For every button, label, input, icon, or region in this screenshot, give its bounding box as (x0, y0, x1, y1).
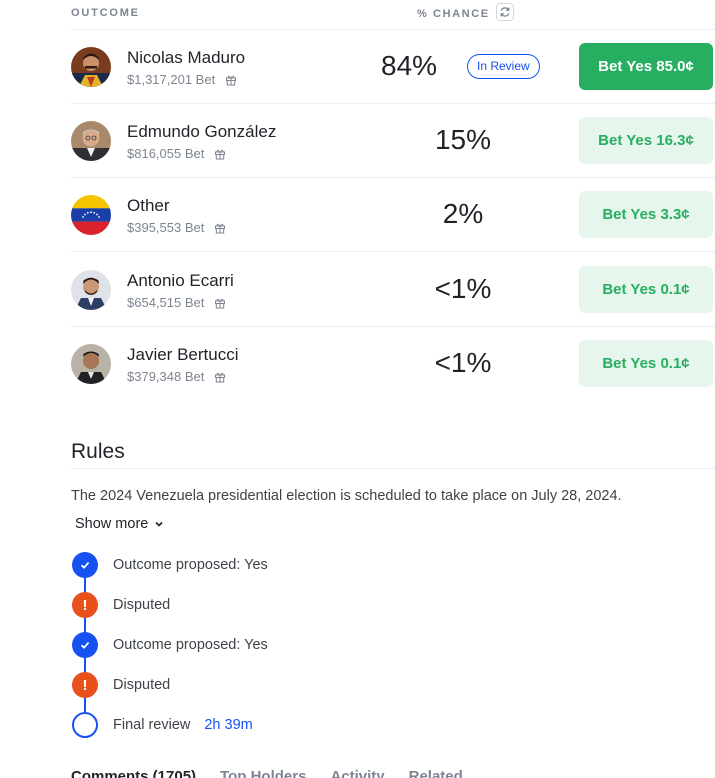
rules-divider (71, 468, 715, 469)
outcome-volume: $654,515 Bet (127, 295, 226, 310)
time-remaining: 2h 39m (204, 717, 253, 733)
timeline-label: Outcome proposed: Yes (113, 557, 268, 573)
avatar (71, 47, 111, 87)
outcomes-header: OUTCOME % CHANCE (71, 0, 715, 30)
show-more-label: Show more (75, 516, 149, 532)
outcome-row-maduro[interactable]: Nicolas Maduro $1,317,201 Bet 84% In Rev… (71, 30, 715, 104)
outcome-name: Antonio Ecarri (127, 271, 234, 290)
chevron-down-icon (154, 519, 164, 529)
timeline-label: Outcome proposed: Yes (113, 637, 268, 653)
gift-icon[interactable] (214, 148, 226, 160)
bottom-tabs: Comments (1705) Top Holders Activity Rel… (71, 768, 463, 778)
outcome-row-gonzalez[interactable]: Edmundo González $816,055 Bet 15% Bet Ye… (71, 104, 715, 178)
timeline-item: ! Disputed (72, 592, 170, 618)
outcome-volume: $1,317,201 Bet (127, 72, 237, 87)
tab-comments[interactable]: Comments (1705) (71, 768, 196, 778)
avatar (71, 270, 111, 310)
show-more-button[interactable]: Show more (75, 516, 164, 532)
outcome-chance: <1% (434, 273, 492, 304)
refresh-icon[interactable] (495, 3, 514, 21)
volume-text: $395,553 Bet (127, 220, 205, 235)
timeline-item: Outcome proposed: Yes (72, 552, 268, 578)
chance-column-label: % CHANCE (417, 8, 490, 20)
bet-yes-button[interactable]: Bet Yes 16.3¢ (579, 117, 713, 164)
outcome-column-header: OUTCOME (71, 7, 140, 19)
timeline-item: Outcome proposed: Yes (72, 632, 268, 658)
avatar (71, 344, 111, 384)
tab-top-holders[interactable]: Top Holders (220, 768, 306, 778)
outcome-name: Other (127, 196, 170, 215)
outcome-chance: 15% (434, 124, 492, 155)
volume-text: $379,348 Bet (127, 369, 205, 384)
volume-text: $816,055 Bet (127, 146, 205, 161)
outcome-name: Edmundo González (127, 122, 277, 141)
outcome-name: Javier Bertucci (127, 345, 239, 364)
outcome-volume: $816,055 Bet (127, 146, 226, 161)
check-icon (72, 632, 98, 658)
alert-icon: ! (72, 592, 98, 618)
timeline-label: Final review (113, 717, 191, 733)
gift-icon[interactable] (214, 297, 226, 309)
avatar (71, 121, 111, 161)
pending-circle-icon (72, 712, 98, 738)
tab-activity[interactable]: Activity (330, 768, 384, 778)
in-review-badge: In Review (467, 54, 540, 79)
rules-text: The 2024 Venezuela presidential election… (71, 488, 622, 504)
rules-title: Rules (71, 440, 125, 463)
volume-text: $1,317,201 Bet (127, 72, 216, 87)
alert-icon: ! (72, 672, 98, 698)
timeline-label: Disputed (113, 597, 171, 613)
outcome-chance: 2% (442, 198, 484, 229)
outcome-name: Nicolas Maduro (127, 48, 246, 67)
gift-icon[interactable] (214, 371, 226, 383)
gift-icon[interactable] (214, 222, 226, 234)
bet-yes-button[interactable]: Bet Yes 0.1¢ (579, 266, 713, 313)
outcome-row-other[interactable]: Other $395,553 Bet 2% Bet Yes 3.3¢ (71, 178, 715, 252)
venezuela-flag-icon (71, 195, 111, 235)
bet-yes-button[interactable]: Bet Yes 3.3¢ (579, 191, 713, 238)
outcome-chance: <1% (434, 347, 492, 378)
bet-yes-button[interactable]: Bet Yes 0.1¢ (579, 340, 713, 387)
outcome-volume: $379,348 Bet (127, 369, 226, 384)
outcome-volume: $395,553 Bet (127, 220, 226, 235)
timeline-label: Disputed (113, 677, 171, 693)
bet-yes-button[interactable]: Bet Yes 85.0¢ (579, 43, 713, 90)
gift-icon[interactable] (225, 74, 237, 86)
chance-column-header: % CHANCE (417, 3, 514, 21)
tab-related[interactable]: Related (409, 768, 463, 778)
timeline-item: ! Disputed (72, 672, 170, 698)
outcome-row-bertucci[interactable]: Javier Bertucci $379,348 Bet <1% Bet Yes… (71, 327, 715, 401)
resolution-timeline: Outcome proposed: Yes ! Disputed Outcome… (72, 552, 472, 742)
outcome-chance: 84% (381, 50, 438, 81)
check-icon (72, 552, 98, 578)
outcome-row-ecarri[interactable]: Antonio Ecarri $654,515 Bet <1% Bet Yes … (71, 253, 715, 327)
volume-text: $654,515 Bet (127, 295, 205, 310)
timeline-item: Final review 2h 39m (72, 712, 253, 738)
